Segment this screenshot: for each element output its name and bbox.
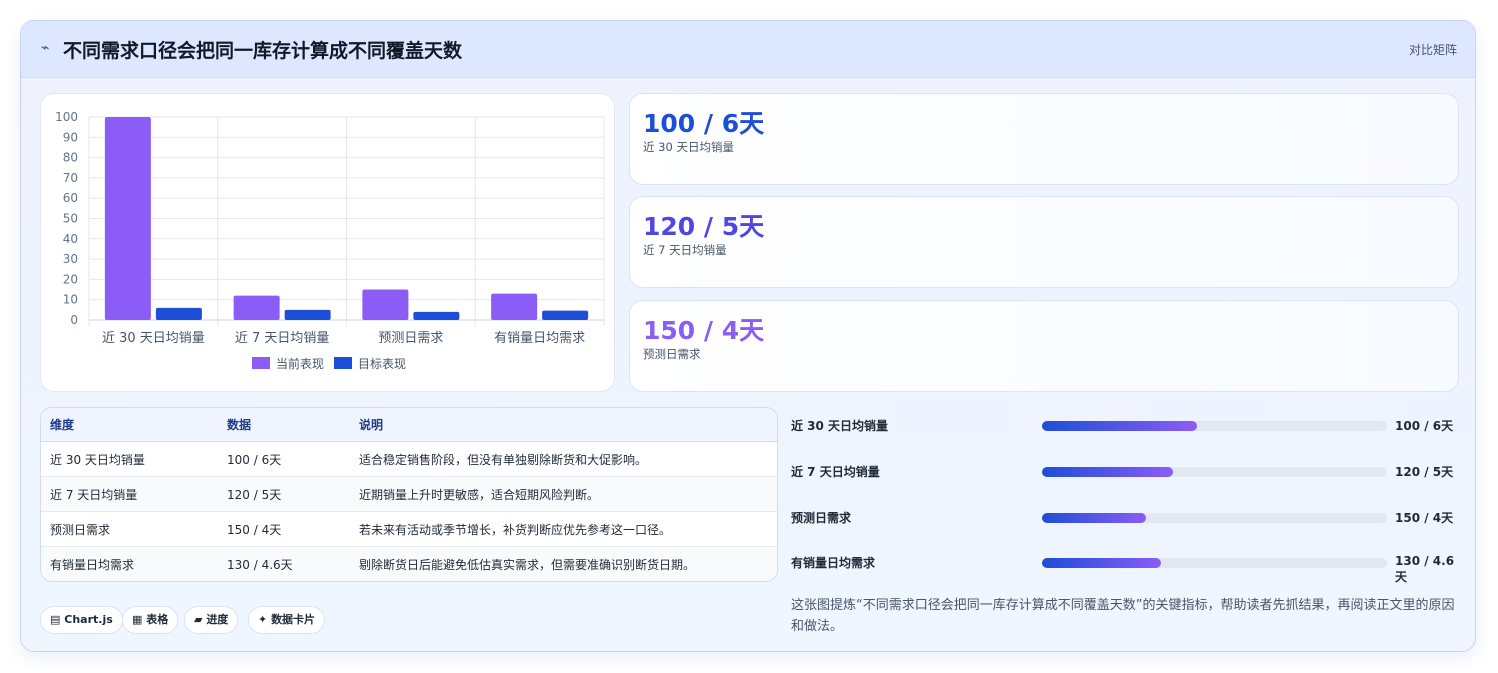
legend-swatch [252, 357, 270, 369]
progress-label: 有销量日均需求 [791, 556, 876, 570]
kpi-card: 120 / 5天 近 7 天日均销量 [629, 196, 1459, 288]
summary-note: 这张图提炼“不同需求口径会把同一库存计算成不同覆盖天数”的关键指标，帮助读者先抓… [791, 598, 1455, 634]
progress-label: 近 7 天日均销量 [791, 465, 880, 479]
table-cell: 130 / 4.6天 [218, 546, 350, 581]
progress-track [1042, 558, 1387, 568]
bar-chart: 0 10 20 30 40 50 60 70 80 90 100 近 30 天日均销量 近 7 天日均销… [55, 110, 605, 371]
y-tick-label: 50 [63, 212, 78, 226]
kpi-label: 预测日需求 [643, 347, 701, 361]
y-tick-label: 30 [63, 252, 78, 266]
tag-label: Chart.js [64, 613, 113, 626]
progress-fill [1042, 558, 1162, 568]
chart-line-icon: ⌁ [41, 40, 50, 56]
legend-swatch [334, 357, 352, 369]
y-tick-label: 40 [63, 232, 78, 246]
y-tick-label: 80 [63, 151, 78, 165]
y-tick-label: 20 [63, 272, 78, 286]
kpi-label: 近 7 天日均销量 [643, 243, 727, 257]
compare-matrix-label[interactable]: 对比矩阵 [1409, 41, 1457, 58]
progress-row: 预测日需求 150 / 4天 [791, 508, 1461, 528]
kpi-label: 近 30 天日均销量 [643, 140, 734, 154]
table-row: 近 30 天日均销量 100 / 6天 适合稳定销售阶段，但没有单独剔除断货和大… [41, 441, 777, 477]
column-header: 说明 [350, 408, 777, 442]
kpi-card: 100 / 6天 近 30 天日均销量 [629, 93, 1459, 185]
tag-icon: ▰ [194, 613, 203, 626]
tag-label: 数据卡片 [271, 613, 316, 626]
comparison-table: 维度 数据 说明 近 30 天日均销量 100 / 6天 适合稳定销售阶段，但没… [41, 408, 777, 581]
y-tick-label: 0 [70, 313, 78, 327]
table-cell: 100 / 6天 [218, 441, 350, 477]
tag-progress[interactable]: ▰ 进度 [184, 606, 239, 634]
table-cell: 150 / 4天 [218, 511, 350, 547]
tag-data-cards[interactable]: ✦ 数据卡片 [248, 606, 326, 634]
bar [413, 311, 460, 320]
table-cell: 120 / 5天 [218, 476, 350, 512]
y-tick-label: 10 [63, 293, 78, 307]
table-cell: 近 30 天日均销量 [41, 441, 218, 477]
bar [491, 293, 538, 320]
tag-label: 表格 [146, 613, 169, 626]
kpi-value: 120 / 5天 [643, 212, 765, 241]
progress-value: 100 / 6天 [1395, 419, 1454, 433]
progress-track [1042, 513, 1387, 523]
kpi-value: 150 / 4天 [643, 316, 765, 345]
tag-table[interactable]: ▦ 表格 [122, 606, 179, 634]
table-row: 有销量日均需求 130 / 4.6天 剔除断货日后能避免低估真实需求，但需要准确… [41, 546, 777, 581]
bar [233, 295, 280, 320]
bar [542, 310, 589, 320]
progress-value: 150 / 4天 [1395, 511, 1454, 525]
progress-fill [1042, 421, 1198, 431]
comparison-table-card: 维度 数据 说明 近 30 天日均销量 100 / 6天 适合稳定销售阶段，但没… [40, 407, 778, 582]
legend-label: 当前表现 [276, 356, 324, 371]
bar [155, 307, 202, 320]
y-tick-label: 70 [63, 171, 78, 185]
progress-fill [1042, 467, 1174, 477]
y-tick-label: 100 [55, 110, 78, 124]
table-cell: 近期销量上升时更敏感，适合短期风险判断。 [350, 476, 777, 512]
progress-row: 近 30 天日均销量 100 / 6天 [791, 416, 1461, 436]
tag-label: 进度 [206, 613, 229, 626]
y-tick-label: 60 [63, 191, 78, 205]
progress-track [1042, 421, 1387, 431]
x-tick-label: 预测日需求 [378, 331, 443, 346]
tag-chartjs[interactable]: ▤ Chart.js [40, 606, 123, 634]
progress-row: 有销量日均需求 130 / 4.6天 [791, 553, 1461, 584]
table-header-row: 维度 数据 说明 [41, 408, 777, 442]
progress-value: 120 / 5天 [1395, 465, 1454, 479]
x-tick-label: 近 30 天日均销量 [102, 331, 205, 346]
kpi-card: 150 / 4天 预测日需求 [629, 300, 1459, 392]
y-tick-label: 90 [63, 130, 78, 144]
table-cell: 近 7 天日均销量 [41, 476, 218, 512]
table-cell: 若未来有活动或季节增长，补货判断应优先参考这一口径。 [350, 511, 777, 547]
tag-icon: ▦ [132, 613, 143, 626]
panel-header: ⌁ 不同需求口径会把同一库存计算成不同覆盖天数 对比矩阵 [21, 21, 1475, 78]
table-row: 预测日需求 150 / 4天 若未来有活动或季节增长，补货判断应优先参考这一口径… [41, 511, 777, 547]
table-row: 近 7 天日均销量 120 / 5天 近期销量上升时更敏感，适合短期风险判断。 [41, 476, 777, 512]
table-cell: 剔除断货日后能避免低估真实需求，但需要准确识别断货日期。 [350, 546, 777, 581]
table-cell: 有销量日均需求 [41, 546, 218, 581]
progress-label: 预测日需求 [791, 511, 852, 525]
bar [104, 117, 151, 320]
table-cell: 预测日需求 [41, 511, 218, 547]
progress-track [1042, 467, 1387, 477]
x-tick-label: 近 7 天日均销量 [235, 331, 330, 346]
progress-value: 130 / 4.6天 [1395, 554, 1455, 584]
column-header: 维度 [41, 408, 218, 442]
page-title: 不同需求口径会把同一库存计算成不同覆盖天数 [63, 40, 463, 62]
tag-icon: ✦ [258, 613, 268, 626]
dashboard-panel: ⌁ 不同需求口径会把同一库存计算成不同覆盖天数 对比矩阵 0 10 20 30 40 50… [20, 20, 1476, 652]
bar-chart-card: 0 10 20 30 40 50 60 70 80 90 100 近 30 天日均销量 近 7 天日均销… [40, 93, 615, 392]
bar [284, 309, 331, 320]
progress-label: 近 30 天日均销量 [791, 419, 889, 433]
kpi-value: 100 / 6天 [643, 109, 765, 138]
x-tick-label: 有销量日均需求 [494, 331, 585, 346]
progress-fill [1042, 513, 1146, 523]
table-cell: 适合稳定销售阶段，但没有单独剔除断货和大促影响。 [350, 441, 777, 477]
bar [362, 289, 409, 320]
legend-label: 目标表现 [358, 357, 406, 371]
tag-icon: ▤ [50, 613, 61, 626]
column-header: 数据 [218, 408, 350, 442]
progress-row: 近 7 天日均销量 120 / 5天 [791, 462, 1461, 482]
